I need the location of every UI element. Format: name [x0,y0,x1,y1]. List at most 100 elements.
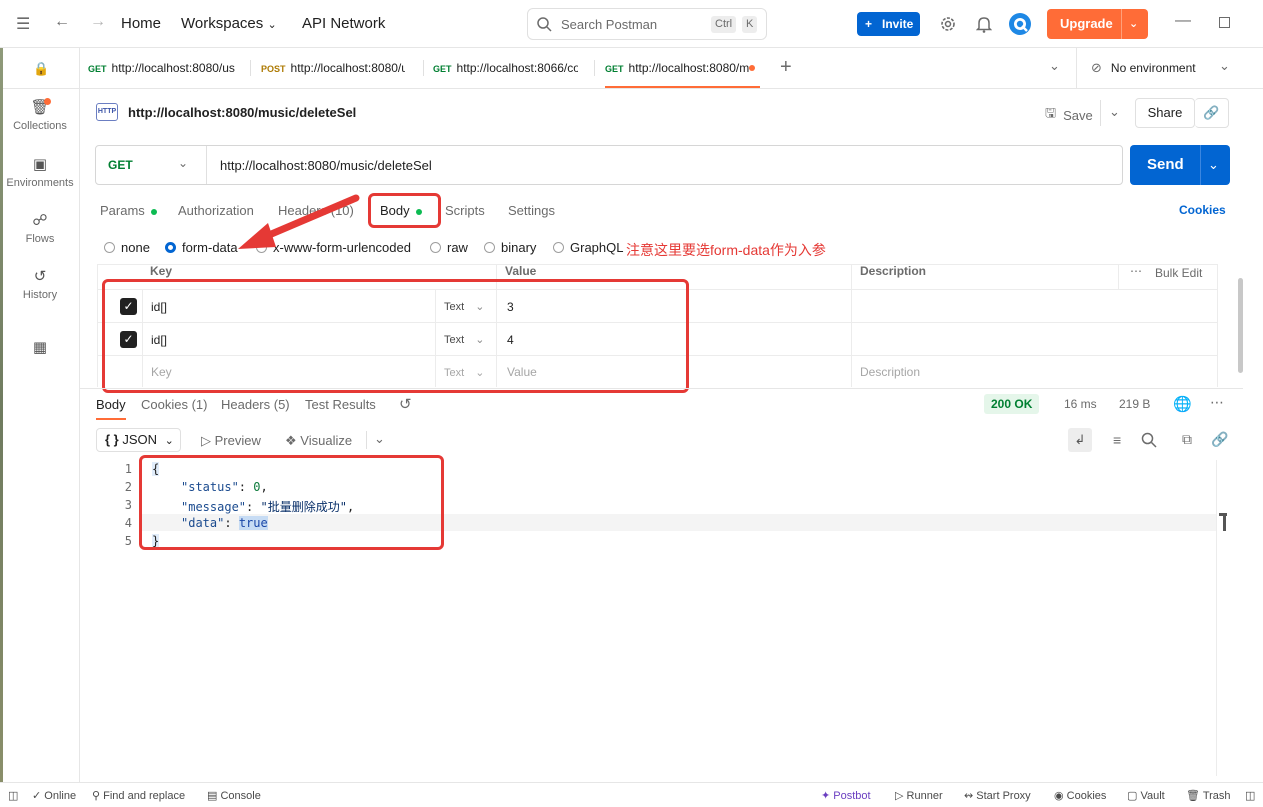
sidebar-item-history[interactable]: ↺ History [0,267,80,301]
notification-bell-icon[interactable] [976,15,992,33]
response-tab-headers[interactable]: Headers (5) [221,397,290,412]
wrap-lines-icon[interactable]: ↲ [1068,428,1092,452]
tab-scripts[interactable]: Scripts [445,203,485,218]
layout-icon[interactable]: ◫ [1245,789,1255,802]
visualize-chevron-down-icon[interactable]: ⌄ [374,431,385,447]
radio-form-data[interactable]: form-data [165,240,238,255]
more-options-icon[interactable]: ⋯ [1210,394,1224,411]
preview-label: Preview [214,433,261,448]
cookies-button[interactable]: ◉ Cookies [1054,789,1106,802]
send-chevron-down-icon[interactable]: ⌄ [1208,145,1219,185]
radio-circle [553,242,564,253]
response-tab-test-results[interactable]: Test Results [305,397,376,412]
request-tab-active[interactable]: GET http://localhost:8080/m [605,48,760,88]
search-input[interactable]: Search Postman Ctrl K [527,8,767,40]
response-tab-cookies[interactable]: Cookies (1) [141,397,207,412]
sidebar-item-more[interactable]: ▦ [0,338,80,360]
request-tab[interactable]: GET http://localhost:8066/co [433,48,578,88]
settings-gear-icon[interactable] [939,15,957,33]
console-button[interactable]: ▤ Console [207,789,261,802]
preview-button[interactable]: ▷ Preview [201,433,261,449]
braces-icon: { } [105,432,119,447]
online-status[interactable]: ✓ Online [32,789,76,802]
toggle-sidebar-icon[interactable]: ◫ [8,789,18,802]
environment-label: No environment [1110,61,1196,75]
save-label: Save [1063,107,1093,123]
environment-selector[interactable]: ⊘ No environment ⌄ [1091,48,1236,88]
tab-settings[interactable]: Settings [508,203,555,218]
vault-button[interactable]: ▢ Vault [1127,789,1165,802]
line-number: 1 [124,462,132,476]
response-time[interactable]: 16 ms [1064,397,1097,411]
body-tab-highlight-box [368,193,441,228]
share-button[interactable]: Share [1135,98,1195,128]
forward-arrow-icon[interactable]: → [90,13,106,31]
status-label: Runner [906,790,943,802]
tab-params[interactable]: Params [100,203,157,218]
radio-none[interactable]: none [104,240,150,255]
flows-icon: ☍ [32,212,48,229]
chevron-down-icon[interactable]: ⌄ [1129,9,1138,39]
tabs-chevron-down-icon[interactable]: ⌄ [1049,58,1060,74]
nav-home[interactable]: Home [121,15,161,32]
format-select[interactable]: { } JSON ⌄ [96,428,181,452]
sidebar-item-environments[interactable]: ▣ Environments [0,155,80,189]
radio-raw[interactable]: raw [430,240,468,255]
status-label: Find and replace [103,790,186,802]
save-button[interactable]: 🖫 Save [1045,104,1093,126]
find-replace-button[interactable]: ⚲ Find and replace [92,789,185,802]
radio-binary[interactable]: binary [484,240,536,255]
nav-workspaces[interactable]: Workspaces ⌄ [181,15,277,32]
status-badge[interactable]: 200 OK [984,394,1040,414]
url-input[interactable]: http://localhost:8080/music/deleteSel [220,158,432,173]
history-icon[interactable]: ↺ [399,395,412,413]
request-title[interactable]: http://localhost:8080/music/deleteSel [128,105,356,120]
maximize-icon[interactable] [1219,17,1230,28]
minimize-icon[interactable]: — [1175,12,1191,30]
method-select[interactable]: GET [108,158,133,172]
avatar[interactable] [1008,12,1032,36]
bulk-edit-link[interactable]: Bulk Edit [1155,266,1202,280]
table-border [97,264,98,387]
request-tab[interactable]: POST http://localhost:8080/u [261,48,405,88]
radio-graphql[interactable]: GraphQL [553,240,623,255]
sidebar-item-label: History [22,289,58,301]
new-tab-plus-icon[interactable]: + [780,56,792,79]
sidebar-item-collections[interactable]: 🗑 Collections [0,98,80,132]
chevron-down-icon: ⌄ [1219,58,1230,73]
link-icon[interactable]: 🔗 [1211,431,1228,448]
send-button[interactable]: Send ⌄ [1130,145,1230,185]
method-chevron-down-icon[interactable]: ⌄ [178,156,188,170]
upgrade-button[interactable]: Upgrade ⌄ [1047,9,1148,39]
left-sidebar: 🔒 🗑 Collections ▣ Environments ☍ Flows ↺… [0,48,80,782]
scrollbar[interactable] [1238,278,1243,373]
new-description-input[interactable]: Description [860,365,920,379]
back-arrow-icon[interactable]: ← [54,13,70,31]
filter-icon[interactable]: ≡ [1113,432,1121,448]
lock-icon[interactable]: 🔒 [33,61,49,77]
invite-button[interactable]: + Invite [857,12,920,36]
save-chevron-down-icon[interactable]: ⌄ [1109,104,1120,120]
response-tab-body[interactable]: Body [96,397,126,412]
menu-icon[interactable]: ☰ [16,14,30,34]
visualize-button[interactable]: ❖ Visualize [285,433,352,449]
nav-api-network[interactable]: API Network [302,15,385,32]
upgrade-label: Upgrade [1060,16,1113,31]
cookies-link[interactable]: Cookies [1179,203,1226,217]
copy-icon[interactable]: ⧉ [1182,431,1192,448]
response-size[interactable]: 219 B [1119,397,1150,411]
status-label: Start Proxy [976,790,1031,802]
postbot-button[interactable]: ✦ Postbot [821,789,871,802]
request-tab[interactable]: GET http://localhost:8080/us [88,48,244,88]
copy-link-button[interactable]: 🔗 [1195,98,1229,128]
globe-icon[interactable]: 🌐 [1173,395,1192,413]
trash-button[interactable]: 🗑 Trash [1186,789,1231,802]
more-options-icon[interactable]: ⋯ [1130,264,1142,278]
add-user-icon: + [865,17,873,31]
runner-button[interactable]: ▷ Runner [895,789,943,802]
start-proxy-button[interactable]: ↭ Start Proxy [964,789,1031,802]
sidebar-item-flows[interactable]: ☍ Flows [0,211,80,245]
line-number: 3 [124,498,132,512]
cookie-icon: ◉ [1054,790,1064,802]
search-icon[interactable] [1141,432,1157,448]
